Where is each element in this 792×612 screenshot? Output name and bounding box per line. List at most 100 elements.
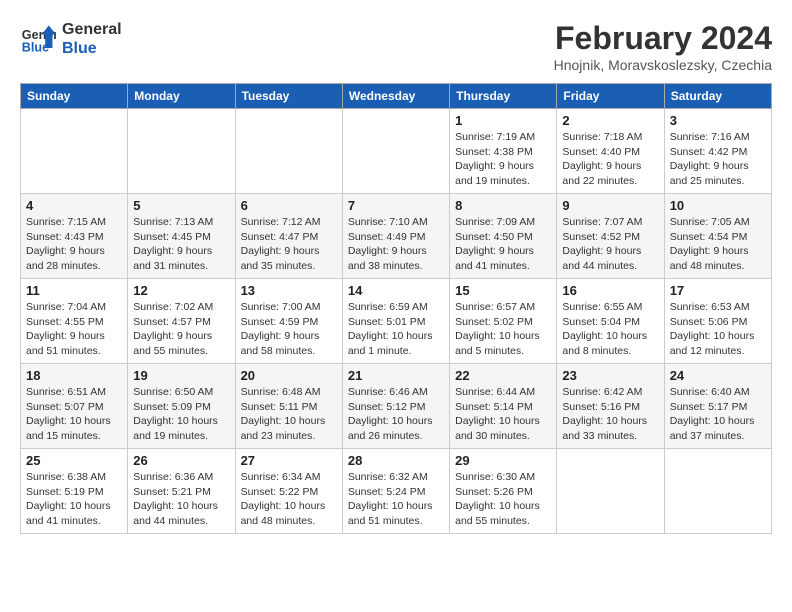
calendar-cell: 5Sunrise: 7:13 AM Sunset: 4:45 PM Daylig… — [128, 194, 235, 279]
day-number: 27 — [241, 453, 337, 468]
day-info: Sunrise: 6:40 AM Sunset: 5:17 PM Dayligh… — [670, 385, 766, 444]
calendar-cell: 28 Sunrise: 6:32 AM Sunset: 5:24 PM Dayli… — [342, 449, 449, 534]
calendar-cell: 10Sunrise: 7:05 AM Sunset: 4:54 PM Dayli… — [664, 194, 771, 279]
svg-text:Blue: Blue — [22, 41, 49, 55]
weekday-header-thursday: Thursday — [450, 84, 557, 109]
day-number: 12 — [133, 283, 229, 298]
weekday-header-wednesday: Wednesday — [342, 84, 449, 109]
calendar-cell: 4 Sunrise: 7:15 AM Sunset: 4:43 PM Daylig… — [21, 194, 128, 279]
day-number: 7 — [348, 198, 444, 213]
weekday-header-monday: Monday — [128, 84, 235, 109]
logo: General Blue General Blue — [20, 20, 122, 58]
day-info: Sunrise: 6:36 AM Sunset: 5:21 PM Dayligh… — [133, 470, 229, 529]
calendar-cell: 2 Sunrise: 7:18 AM Sunset: 4:40 PM Daylig… — [557, 109, 664, 194]
day-number: 18 — [26, 368, 122, 383]
calendar-cell: 13Sunrise: 7:00 AM Sunset: 4:59 PM Dayli… — [235, 279, 342, 364]
calendar-cell: 24 Sunrise: 6:40 AM Sunset: 5:17 PM Dayli… — [664, 364, 771, 449]
calendar-cell: 22 Sunrise: 6:44 AM Sunset: 5:14 PM Dayli… — [450, 364, 557, 449]
day-info: Sunrise: 6:30 AM Sunset: 5:26 PM Dayligh… — [455, 470, 551, 529]
day-info: Sunrise: 7:16 AM Sunset: 4:42 PM Dayligh… — [670, 130, 766, 189]
calendar-cell: 6Sunrise: 7:12 AM Sunset: 4:47 PM Daylig… — [235, 194, 342, 279]
day-number: 26 — [133, 453, 229, 468]
day-info: Sunrise: 7:02 AM Sunset: 4:57 PM Dayligh… — [133, 300, 229, 359]
calendar-week-5: 25 Sunrise: 6:38 AM Sunset: 5:19 PM Dayli… — [21, 449, 772, 534]
day-info: Sunrise: 6:46 AM Sunset: 5:12 PM Dayligh… — [348, 385, 444, 444]
day-number: 10 — [670, 198, 766, 213]
day-number: 15 — [455, 283, 551, 298]
calendar-cell: 1 Sunrise: 7:19 AM Sunset: 4:38 PM Daylig… — [450, 109, 557, 194]
day-number: 9 — [562, 198, 658, 213]
calendar-cell: 15 Sunrise: 6:57 AM Sunset: 5:02 PM Dayli… — [450, 279, 557, 364]
calendar-cell: 19 Sunrise: 6:50 AM Sunset: 5:09 PM Dayli… — [128, 364, 235, 449]
calendar-cell: 18 Sunrise: 6:51 AM Sunset: 5:07 PM Dayli… — [21, 364, 128, 449]
weekday-header-tuesday: Tuesday — [235, 84, 342, 109]
calendar-cell: 8 Sunrise: 7:09 AM Sunset: 4:50 PM Daylig… — [450, 194, 557, 279]
calendar-cell: 25 Sunrise: 6:38 AM Sunset: 5:19 PM Dayli… — [21, 449, 128, 534]
day-info: Sunrise: 6:53 AM Sunset: 5:06 PM Dayligh… — [670, 300, 766, 359]
day-number: 22 — [455, 368, 551, 383]
weekday-header-sunday: Sunday — [21, 84, 128, 109]
logo-general: General — [62, 20, 122, 39]
day-number: 2 — [562, 113, 658, 128]
day-info: Sunrise: 6:59 AM Sunset: 5:01 PM Dayligh… — [348, 300, 444, 359]
day-info: Sunrise: 7:18 AM Sunset: 4:40 PM Dayligh… — [562, 130, 658, 189]
location-subtitle: Hnojnik, Moravskoslezsky, Czechia — [554, 57, 772, 73]
day-number: 13 — [241, 283, 337, 298]
calendar-cell: 21 Sunrise: 6:46 AM Sunset: 5:12 PM Dayli… — [342, 364, 449, 449]
day-number: 20 — [241, 368, 337, 383]
calendar-cell — [21, 109, 128, 194]
day-info: Sunrise: 6:38 AM Sunset: 5:19 PM Dayligh… — [26, 470, 122, 529]
calendar-cell — [557, 449, 664, 534]
calendar-week-3: 11Sunrise: 7:04 AM Sunset: 4:55 PM Dayli… — [21, 279, 772, 364]
day-number: 19 — [133, 368, 229, 383]
day-number: 29 — [455, 453, 551, 468]
day-info: Sunrise: 6:50 AM Sunset: 5:09 PM Dayligh… — [133, 385, 229, 444]
calendar-table: SundayMondayTuesdayWednesdayThursdayFrid… — [20, 83, 772, 534]
calendar-cell — [664, 449, 771, 534]
day-info: Sunrise: 7:09 AM Sunset: 4:50 PM Dayligh… — [455, 215, 551, 274]
calendar-week-2: 4 Sunrise: 7:15 AM Sunset: 4:43 PM Daylig… — [21, 194, 772, 279]
day-number: 24 — [670, 368, 766, 383]
calendar-cell: 26 Sunrise: 6:36 AM Sunset: 5:21 PM Dayli… — [128, 449, 235, 534]
day-number: 5 — [133, 198, 229, 213]
calendar-cell: 23 Sunrise: 6:42 AM Sunset: 5:16 PM Dayli… — [557, 364, 664, 449]
calendar-cell: 29 Sunrise: 6:30 AM Sunset: 5:26 PM Dayli… — [450, 449, 557, 534]
calendar-week-1: 1 Sunrise: 7:19 AM Sunset: 4:38 PM Daylig… — [21, 109, 772, 194]
day-info: Sunrise: 6:51 AM Sunset: 5:07 PM Dayligh… — [26, 385, 122, 444]
weekday-header-saturday: Saturday — [664, 84, 771, 109]
calendar-cell: 11Sunrise: 7:04 AM Sunset: 4:55 PM Dayli… — [21, 279, 128, 364]
calendar-cell: 17 Sunrise: 6:53 AM Sunset: 5:06 PM Dayli… — [664, 279, 771, 364]
day-info: Sunrise: 6:42 AM Sunset: 5:16 PM Dayligh… — [562, 385, 658, 444]
day-info: Sunrise: 6:44 AM Sunset: 5:14 PM Dayligh… — [455, 385, 551, 444]
day-info: Sunrise: 6:48 AM Sunset: 5:11 PM Dayligh… — [241, 385, 337, 444]
day-number: 6 — [241, 198, 337, 213]
day-info: Sunrise: 7:04 AM Sunset: 4:55 PM Dayligh… — [26, 300, 122, 359]
day-number: 17 — [670, 283, 766, 298]
month-year-title: February 2024 — [554, 20, 772, 57]
day-number: 25 — [26, 453, 122, 468]
day-info: Sunrise: 6:34 AM Sunset: 5:22 PM Dayligh… — [241, 470, 337, 529]
day-number: 23 — [562, 368, 658, 383]
day-number: 21 — [348, 368, 444, 383]
weekday-header-friday: Friday — [557, 84, 664, 109]
calendar-cell — [342, 109, 449, 194]
calendar-cell: 16Sunrise: 6:55 AM Sunset: 5:04 PM Dayli… — [557, 279, 664, 364]
day-info: Sunrise: 7:19 AM Sunset: 4:38 PM Dayligh… — [455, 130, 551, 189]
title-block: February 2024 Hnojnik, Moravskoslezsky, … — [554, 20, 772, 73]
logo-blue: Blue — [62, 39, 122, 58]
day-number: 16 — [562, 283, 658, 298]
day-number: 4 — [26, 198, 122, 213]
calendar-cell: 20 Sunrise: 6:48 AM Sunset: 5:11 PM Dayli… — [235, 364, 342, 449]
calendar-cell: 9Sunrise: 7:07 AM Sunset: 4:52 PM Daylig… — [557, 194, 664, 279]
day-number: 8 — [455, 198, 551, 213]
day-info: Sunrise: 7:10 AM Sunset: 4:49 PM Dayligh… — [348, 215, 444, 274]
day-info: Sunrise: 6:32 AM Sunset: 5:24 PM Dayligh… — [348, 470, 444, 529]
day-info: Sunrise: 7:15 AM Sunset: 4:43 PM Dayligh… — [26, 215, 122, 274]
calendar-cell: 27 Sunrise: 6:34 AM Sunset: 5:22 PM Dayli… — [235, 449, 342, 534]
day-info: Sunrise: 6:57 AM Sunset: 5:02 PM Dayligh… — [455, 300, 551, 359]
page-header: General Blue General Blue February 2024 … — [20, 20, 772, 73]
calendar-cell — [235, 109, 342, 194]
logo-icon: General Blue — [20, 21, 56, 57]
day-number: 28 — [348, 453, 444, 468]
day-number: 1 — [455, 113, 551, 128]
